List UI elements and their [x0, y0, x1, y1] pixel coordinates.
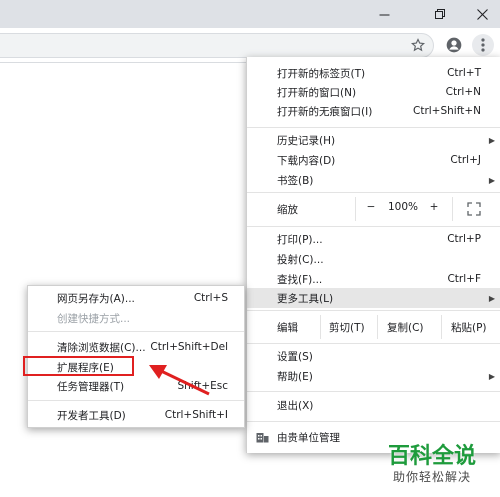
menu-item-label: 更多工具(L): [277, 292, 334, 305]
zoom-divider: [355, 197, 356, 221]
menu-item-label: 打开新的无痕窗口(I): [277, 105, 373, 118]
menu-item-label: 清除浏览数据(C)...: [57, 341, 146, 354]
edit-divider: [320, 315, 321, 339]
paste-button[interactable]: 粘贴(P): [451, 320, 487, 335]
cut-button[interactable]: 剪切(T): [329, 320, 365, 335]
menu-item-new-incognito[interactable]: 打开新的无痕窗口(I) Ctrl+Shift+N: [247, 101, 500, 121]
edit-divider: [441, 315, 442, 339]
copy-button[interactable]: 复制(C): [387, 320, 424, 335]
menu-item-find[interactable]: 查找(F)... Ctrl+F: [247, 269, 500, 289]
menu-item-cast[interactable]: 投射(C)...: [247, 249, 500, 269]
menu-item-label: 投射(C)...: [277, 253, 324, 266]
zoom-divider: [452, 197, 453, 221]
zoom-out-button[interactable]: −: [365, 201, 377, 213]
more-vert-icon: [481, 38, 485, 52]
menu-separator: [247, 127, 500, 128]
close-icon: [476, 8, 488, 20]
zoom-in-button[interactable]: +: [428, 201, 440, 213]
menu-item-label: 开发者工具(D): [57, 409, 126, 422]
menu-item-more-tools[interactable]: 更多工具(L) ▶: [247, 288, 500, 308]
menu-item-shortcut: Ctrl+F: [447, 273, 481, 285]
menu-item-shortcut: Ctrl+P: [447, 233, 481, 245]
menu-separator: [247, 226, 500, 227]
menu-zoom-row: 缩放 − 100% +: [247, 197, 500, 221]
menu-item-print[interactable]: 打印(P)... Ctrl+P: [247, 229, 500, 249]
menu-item-new-window[interactable]: 打开新的窗口(N) Ctrl+N: [247, 82, 500, 102]
submenu-item-create-shortcut: 创建快捷方式...: [28, 308, 244, 328]
menu-separator: [247, 421, 500, 422]
submenu-item-clear-data[interactable]: 清除浏览数据(C)... Ctrl+Shift+Del: [28, 337, 244, 357]
menu-separator: [247, 310, 500, 311]
submenu-arrow-icon: ▶: [488, 293, 495, 303]
menu-item-label: 网页另存为(A)...: [57, 292, 135, 305]
menu-item-label: 历史记录(H): [277, 134, 336, 147]
menu-item-downloads[interactable]: 下载内容(D) Ctrl+J: [247, 150, 500, 170]
submenu-item-dev-tools[interactable]: 开发者工具(D) Ctrl+Shift+I: [28, 405, 244, 425]
restore-icon: [434, 8, 445, 19]
chrome-main-menu: 打开新的标签页(T) Ctrl+T 打开新的窗口(N) Ctrl+N 打开新的无…: [246, 57, 500, 453]
submenu-arrow-icon: ▶: [488, 371, 495, 381]
menu-item-bookmarks[interactable]: 书签(B) ▶: [247, 170, 500, 190]
menu-separator: [247, 343, 500, 344]
menu-separator: [28, 400, 244, 401]
menu-item-shortcut: Ctrl+Shift+N: [413, 105, 481, 117]
menu-item-exit[interactable]: 退出(X): [247, 395, 500, 415]
menu-item-shortcut: Ctrl+Shift+Del: [150, 341, 228, 353]
edit-divider: [377, 315, 378, 339]
menu-item-label: 下载内容(D): [277, 154, 336, 167]
menu-item-label: 打开新的窗口(N): [277, 86, 357, 99]
chrome-menu-button[interactable]: [472, 34, 494, 56]
menu-item-label: 创建快捷方式...: [57, 312, 131, 325]
menu-item-settings[interactable]: 设置(S): [247, 346, 500, 366]
menu-item-shortcut: Ctrl+N: [445, 86, 481, 98]
zoom-level: 100%: [388, 201, 419, 213]
close-window-button[interactable]: [464, 0, 500, 28]
submenu-arrow-icon: ▶: [488, 135, 495, 145]
menu-separator: [28, 331, 244, 332]
edit-label: 编辑: [277, 321, 298, 334]
address-bar[interactable]: [0, 33, 434, 58]
submenu-item-save-page[interactable]: 网页另存为(A)... Ctrl+S: [28, 288, 244, 308]
menu-item-shortcut: Ctrl+S: [193, 292, 228, 304]
menu-item-label: 退出(X): [277, 399, 314, 412]
building-icon: [256, 433, 269, 443]
annotation-arrow-icon: [149, 365, 210, 396]
menu-item-shortcut: Ctrl+J: [450, 154, 481, 166]
menu-separator: [247, 391, 500, 392]
menu-separator: [247, 192, 500, 193]
restore-button[interactable]: [422, 0, 458, 28]
minimize-icon: [379, 14, 389, 15]
menu-item-shortcut: Ctrl+T: [447, 67, 481, 79]
menu-item-label: 查找(F)...: [277, 273, 323, 286]
menu-item-history[interactable]: 历史记录(H) ▶: [247, 130, 500, 150]
minimize-button[interactable]: [366, 0, 402, 28]
menu-item-label: 帮助(E): [277, 370, 313, 383]
menu-item-label: 打开新的标签页(T): [277, 67, 366, 80]
menu-item-label: 书签(B): [277, 174, 314, 187]
bookmark-star-icon[interactable]: [409, 36, 427, 54]
menu-item-label: 打印(P)...: [277, 233, 323, 246]
menu-item-shortcut: Ctrl+Shift+I: [164, 409, 228, 421]
watermark-subtitle: 助你轻松解决: [392, 470, 471, 484]
zoom-label: 缩放: [277, 203, 298, 216]
fullscreen-icon[interactable]: [467, 202, 481, 216]
menu-item-label: 由贵单位管理: [277, 431, 340, 444]
menu-item-new-tab[interactable]: 打开新的标签页(T) Ctrl+T: [247, 63, 500, 83]
profile-avatar-icon[interactable]: [445, 36, 463, 54]
menu-item-label: 设置(S): [277, 350, 313, 363]
annotation-highlight-box: [23, 356, 134, 376]
watermark-logo: 百科全说 助你轻松解决: [367, 438, 497, 494]
submenu-arrow-icon: ▶: [488, 175, 495, 185]
menu-item-label: 任务管理器(T): [57, 380, 125, 393]
menu-edit-row: 编辑 剪切(T) 复制(C) 粘贴(P): [247, 315, 500, 339]
menu-item-help[interactable]: 帮助(E) ▶: [247, 366, 500, 386]
watermark-title: 百科全说: [387, 444, 476, 469]
